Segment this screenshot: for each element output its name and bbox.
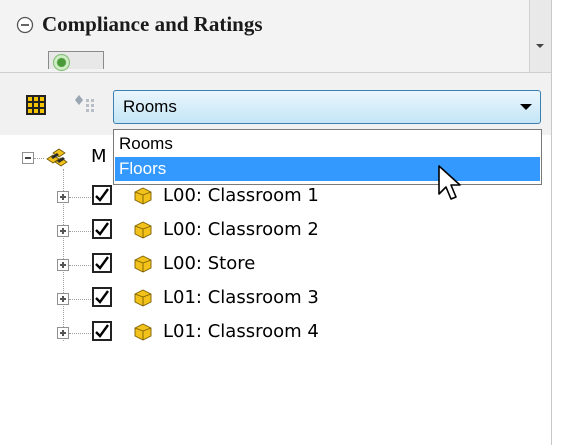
expand-icon[interactable] — [57, 293, 69, 305]
tree-row[interactable]: L00: Classroom 1 — [0, 180, 551, 214]
tree-row[interactable]: L01: Classroom 4 — [0, 316, 551, 350]
chevron-down-icon[interactable] — [520, 104, 532, 110]
view-select[interactable]: Rooms — [113, 90, 541, 124]
tree-item-label: L01: Classroom 4 — [163, 321, 319, 342]
expand-icon[interactable] — [57, 259, 69, 271]
header-panel: Compliance and Ratings — [0, 0, 551, 72]
checkbox[interactable] — [92, 321, 112, 341]
header-scrollbar[interactable] — [529, 0, 551, 72]
checkmark-icon — [95, 188, 109, 202]
checkbox[interactable] — [92, 185, 112, 205]
room-icon — [134, 187, 152, 205]
mouse-pointer-icon — [438, 165, 461, 200]
tree-item-label: L01: Classroom 3 — [163, 287, 319, 308]
building-icon — [46, 148, 68, 167]
scroll-down-icon[interactable] — [536, 44, 544, 48]
toolbar: Rooms — [0, 73, 551, 135]
toggle-switch[interactable] — [48, 51, 104, 71]
view-select-dropdown: Rooms Floors — [113, 129, 542, 185]
filter-icon[interactable] — [73, 93, 99, 115]
compliance-panel: Compliance and Ratings Rooms M L00: Clas… — [0, 0, 566, 445]
view-select-value: Rooms — [123, 97, 177, 116]
dropdown-option-floors[interactable]: Floors — [115, 157, 540, 181]
dropdown-option-rooms[interactable]: Rooms — [115, 132, 540, 156]
circle-minus-icon[interactable] — [16, 16, 34, 34]
room-icon — [134, 221, 152, 239]
checkmark-icon — [95, 324, 109, 338]
tree-row[interactable]: L01: Classroom 3 — [0, 282, 551, 316]
section-title: Compliance and Ratings — [42, 12, 263, 36]
checkbox[interactable] — [92, 253, 112, 273]
tree-connector — [69, 299, 91, 300]
checkmark-icon — [95, 222, 109, 236]
tree-item-label: L00: Classroom 1 — [163, 185, 319, 206]
checkbox[interactable] — [92, 219, 112, 239]
room-icon — [134, 323, 152, 341]
tree-connector — [34, 158, 44, 159]
tree-connector — [69, 265, 91, 266]
checkmark-icon — [95, 256, 109, 270]
room-icon — [134, 255, 152, 273]
toggle-knob — [53, 54, 70, 71]
tree-connector — [69, 197, 91, 198]
checkbox[interactable] — [92, 287, 112, 307]
tree-item-label: L00: Classroom 2 — [163, 219, 319, 240]
tree-connector — [69, 231, 91, 232]
panel-right-edge — [551, 0, 566, 445]
expand-icon[interactable] — [57, 191, 69, 203]
tree-item-label: L00: Store — [163, 253, 256, 274]
grid-icon[interactable] — [26, 95, 46, 115]
expand-icon[interactable] — [57, 225, 69, 237]
expand-icon[interactable] — [57, 327, 69, 339]
tree-root-label[interactable]: M — [91, 146, 107, 167]
tree-row[interactable]: L00: Store — [0, 248, 551, 282]
tree-row[interactable]: L00: Classroom 2 — [0, 214, 551, 248]
checkmark-icon — [95, 290, 109, 304]
collapse-toggle[interactable] — [22, 152, 34, 164]
tree-connector — [69, 333, 91, 334]
room-icon — [134, 289, 152, 307]
